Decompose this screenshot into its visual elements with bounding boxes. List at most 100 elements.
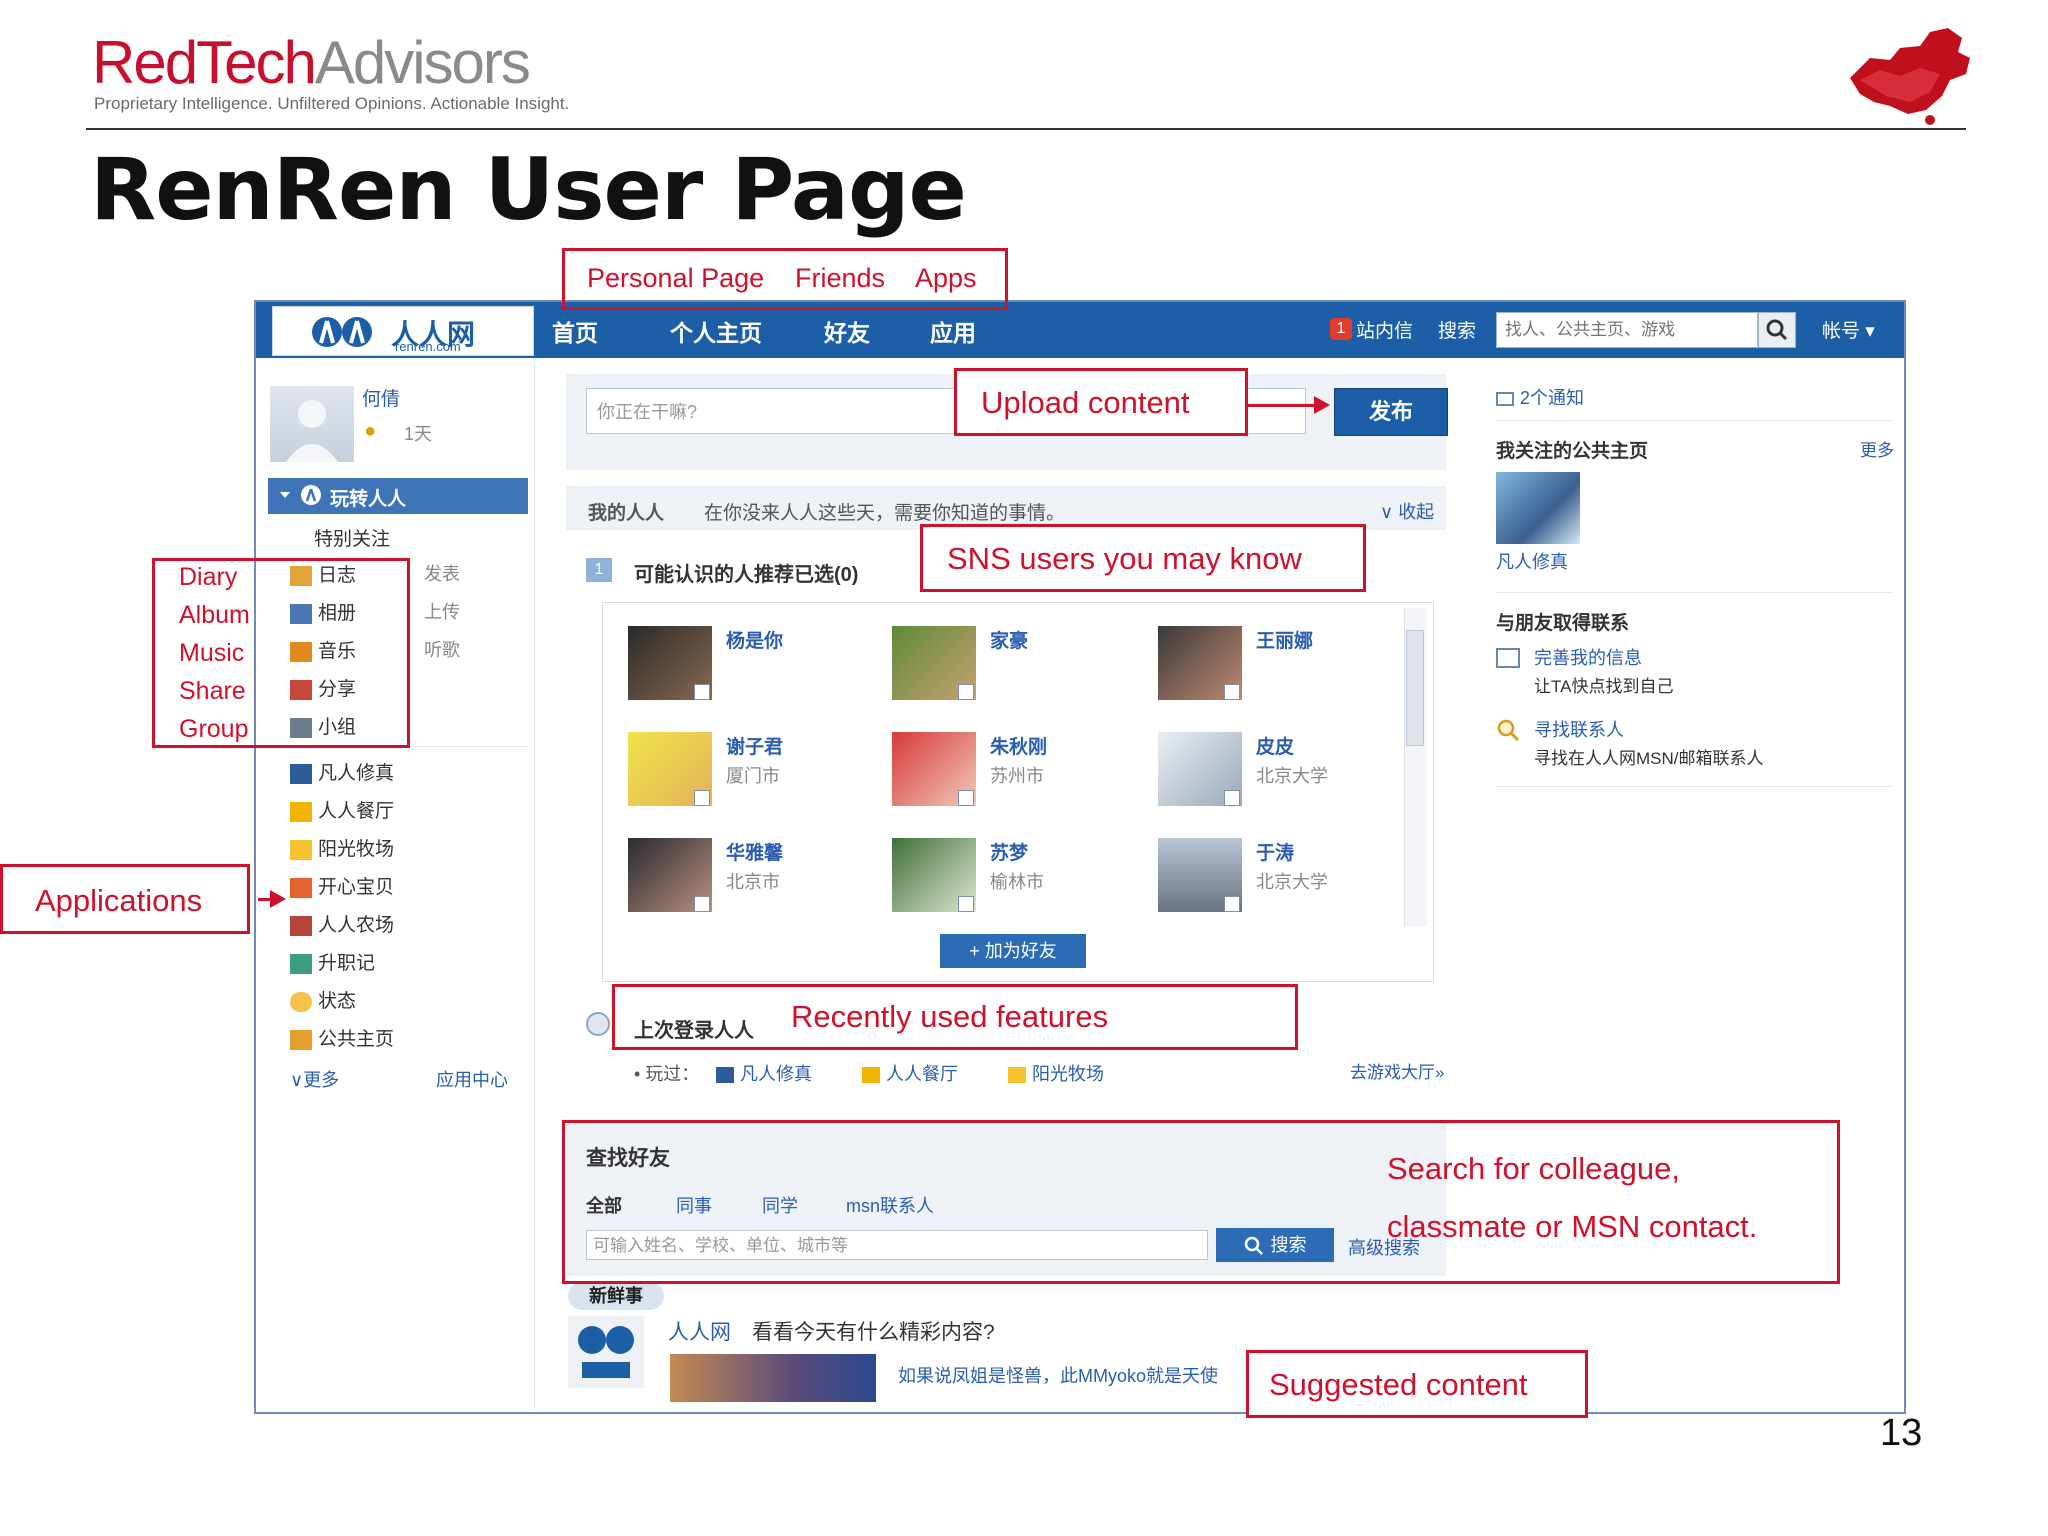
- person-city: 北京大学: [1256, 766, 1328, 786]
- top-search-input[interactable]: [1497, 313, 1753, 347]
- collapse-link[interactable]: ∨ 收起: [1380, 498, 1434, 524]
- played-label: • 玩过：: [634, 1064, 700, 1084]
- person-city: 榆林市: [990, 872, 1044, 892]
- diary-post-link[interactable]: 发表: [424, 560, 460, 586]
- callout-sns: SNS users you may know: [920, 524, 1366, 592]
- right-divider: [1496, 420, 1892, 421]
- account-menu[interactable]: 帐号 ▾: [1822, 316, 1875, 343]
- brand-logo: RedTechAdvisors: [92, 29, 531, 96]
- select-checkbox[interactable]: [958, 790, 974, 806]
- person-name[interactable]: 朱秋刚: [990, 732, 1047, 759]
- china-map-icon: [1850, 28, 1970, 125]
- restaurant-icon: [862, 1067, 880, 1084]
- recent-game-1[interactable]: 凡人修真: [716, 1060, 812, 1086]
- search-icon: [1766, 319, 1788, 341]
- person-city: 苏州市: [990, 766, 1044, 786]
- profile-card-icon: [1496, 648, 1520, 668]
- news-source-logo[interactable]: [568, 1316, 644, 1388]
- notifications-link[interactable]: 2个通知: [1496, 384, 1584, 410]
- nav-friends[interactable]: 好友: [824, 314, 870, 348]
- recent-game-3[interactable]: 阳光牧场: [1008, 1060, 1104, 1086]
- nav-home[interactable]: 首页: [552, 314, 598, 348]
- status-icon: [290, 991, 312, 1012]
- nav-apps[interactable]: 应用: [930, 314, 976, 348]
- select-checkbox[interactable]: [1224, 684, 1240, 700]
- select-checkbox[interactable]: [694, 790, 710, 806]
- user-level: 1天: [404, 424, 433, 444]
- avatar[interactable]: [270, 386, 354, 462]
- chevron-down-icon: [280, 492, 290, 498]
- farm-icon: [290, 915, 312, 936]
- fanren-icon: [290, 763, 312, 784]
- callout-left-list: Diary Album Music Share Group: [152, 558, 410, 748]
- person-name[interactable]: 华雅馨: [726, 838, 783, 865]
- app-promotion[interactable]: 升职记: [290, 948, 375, 975]
- user-name[interactable]: 何倩: [362, 384, 400, 411]
- select-checkbox[interactable]: [1224, 896, 1240, 912]
- complete-info-link[interactable]: 完善我的信息: [1534, 644, 1642, 670]
- scrollbar-thumb[interactable]: [1406, 630, 1424, 746]
- select-checkbox[interactable]: [958, 684, 974, 700]
- sidebar-item-special[interactable]: 特别关注: [314, 524, 390, 551]
- sidebar-more-link[interactable]: ∨更多: [290, 1066, 339, 1092]
- app-public-pages[interactable]: 公共主页: [290, 1024, 394, 1051]
- person-name[interactable]: 杨是你: [726, 626, 783, 653]
- select-checkbox[interactable]: [1224, 790, 1240, 806]
- public-page-thumbnail[interactable]: [1496, 472, 1580, 544]
- followed-pages-more-link[interactable]: 更多: [1860, 436, 1894, 461]
- slide-title: RenRen User Page: [90, 140, 967, 240]
- notification-icon: [1496, 392, 1514, 407]
- add-friend-button[interactable]: + 加为好友: [940, 934, 1086, 968]
- publish-button[interactable]: 发布: [1334, 388, 1448, 436]
- news-headline: 看看今天有什么精彩内容?: [752, 1321, 995, 1344]
- ranch-icon: [290, 839, 312, 860]
- select-checkbox[interactable]: [694, 896, 710, 912]
- app-center-link[interactable]: 应用中心: [436, 1066, 508, 1092]
- select-checkbox[interactable]: [958, 896, 974, 912]
- contact-title: 与朋友取得联系: [1496, 613, 1630, 634]
- game-hall-link[interactable]: 去游戏大厅»: [1350, 1058, 1444, 1083]
- person-name[interactable]: 家豪: [990, 626, 1028, 653]
- person-name[interactable]: 王丽娜: [1256, 626, 1313, 653]
- find-contacts-link[interactable]: 寻找联系人: [1534, 716, 1624, 742]
- brand-tagline: Proprietary Intelligence. Unfiltered Opi…: [94, 94, 570, 113]
- news-source-link[interactable]: 人人网: [668, 1316, 731, 1346]
- callout-search: Search for colleague, classmate or MSN c…: [562, 1120, 1840, 1284]
- app-renren-farm[interactable]: 人人农场: [290, 910, 394, 937]
- app-fanrenxiuzhen[interactable]: 凡人修真: [290, 758, 394, 785]
- followed-pages-title: 我关注的公共主页: [1496, 441, 1649, 462]
- person-name[interactable]: 于涛: [1256, 838, 1294, 865]
- music-listen-link[interactable]: 听歌: [424, 636, 460, 662]
- person-name[interactable]: 皮皮: [1256, 732, 1294, 759]
- nav-personal-page[interactable]: 个人主页: [670, 314, 762, 348]
- top-search-button[interactable]: [1758, 312, 1796, 348]
- news-teaser[interactable]: 如果说凤姐是怪兽，此MMyoko就是天使: [898, 1362, 1218, 1388]
- top-search-field[interactable]: [1496, 312, 1758, 348]
- sidebar-border: [534, 362, 535, 1410]
- person-name[interactable]: 谢子君: [726, 732, 783, 759]
- recommend-title: 可能认识的人推荐已选(0): [634, 564, 859, 586]
- user-silhouette-icon: [286, 400, 338, 462]
- news-thumbnail[interactable]: [670, 1354, 876, 1402]
- album-upload-link[interactable]: 上传: [424, 598, 460, 624]
- public-page-name[interactable]: 凡人修真: [1496, 548, 1568, 574]
- person-name[interactable]: 苏梦: [990, 838, 1028, 865]
- sidebar-section-header[interactable]: 玩转人人: [268, 478, 528, 514]
- app-happy-baby[interactable]: 开心宝贝: [290, 872, 394, 899]
- search-link[interactable]: 搜索: [1438, 316, 1476, 343]
- callout-upload: Upload content: [954, 368, 1248, 436]
- ranch-icon: [1008, 1067, 1026, 1084]
- app-renren-restaurant[interactable]: 人人餐厅: [290, 796, 394, 823]
- app-sunshine-ranch[interactable]: 阳光牧场: [290, 834, 394, 861]
- recent-game-2[interactable]: 人人餐厅: [862, 1060, 958, 1086]
- my-renren-title: 我的人人: [588, 503, 665, 524]
- find-contacts-sub: 寻找在人人网MSN/邮箱联系人: [1534, 749, 1764, 768]
- select-checkbox[interactable]: [694, 684, 710, 700]
- page-number: 13: [1880, 1412, 1923, 1454]
- callout-applications: Applications: [0, 864, 250, 934]
- callout-suggested: Suggested content: [1246, 1350, 1588, 1418]
- top-nav-bar: 人人网 renren.com 首页 个人主页 好友 应用 1 站内信 搜索 帐号…: [256, 302, 1904, 358]
- inbox-link[interactable]: 站内信: [1356, 316, 1413, 343]
- renren-logo[interactable]: 人人网 renren.com: [272, 306, 534, 356]
- app-status[interactable]: 状态: [290, 986, 356, 1013]
